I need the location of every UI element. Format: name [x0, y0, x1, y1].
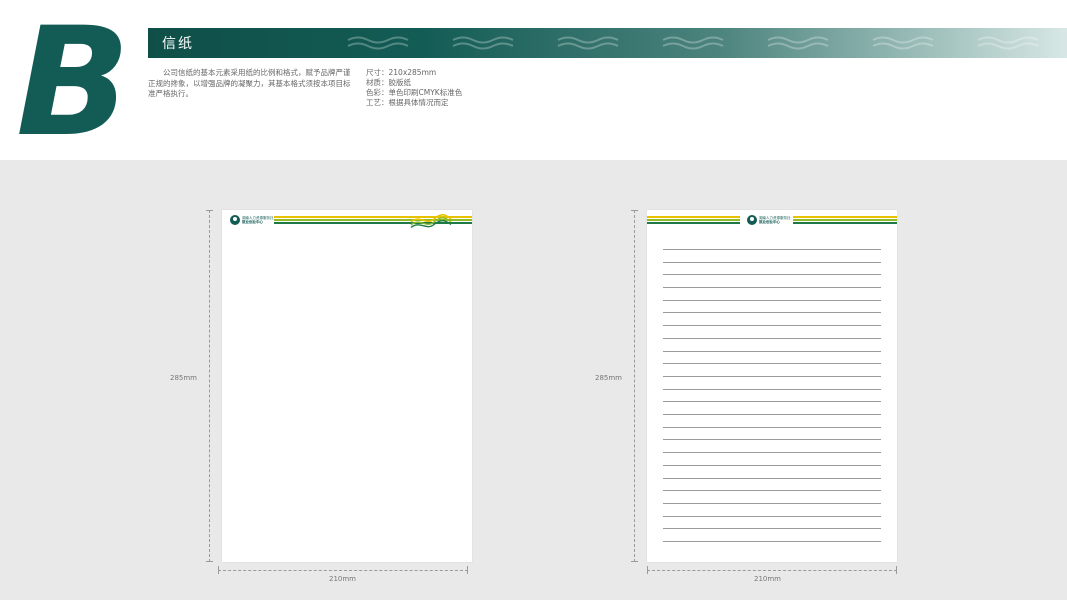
banner-title: 信纸 — [162, 36, 194, 52]
ruled-line — [663, 363, 881, 365]
ruled-line — [663, 350, 881, 352]
wave-pattern — [347, 36, 1039, 50]
ruled-line — [663, 528, 881, 530]
logo: 湖南人力资源服务社 就业创业中心 — [747, 215, 791, 225]
spec-process: 工艺：根据具体情况而定 — [366, 98, 449, 107]
ruled-line — [663, 414, 881, 416]
ruled-line — [663, 261, 881, 263]
stripe-lime-right — [793, 219, 897, 221]
ruled-line — [663, 502, 881, 504]
description-text: 公司信纸的基本元素采用纸的比例和格式，赋予品牌严谨正规的搀象，以增强品牌的凝聚力… — [148, 68, 351, 98]
ruled-line — [663, 401, 881, 403]
dimension-tick — [467, 566, 468, 574]
height-dimension-line — [634, 210, 635, 562]
stripe-green-left — [647, 222, 740, 224]
ruled-line — [663, 452, 881, 454]
logo-line2: 就业创业中心 — [242, 220, 263, 224]
letter-paper-plain: 湖南人力资源服务社 就业创业中心 — [222, 210, 472, 562]
logo-icon — [230, 215, 240, 225]
ruled-line — [663, 490, 881, 492]
stripe-green-right — [793, 222, 897, 224]
height-label: 285mm — [595, 374, 622, 382]
ruled-line — [663, 426, 881, 428]
dimension-tick — [631, 210, 638, 211]
width-dimension-line — [218, 570, 468, 571]
ruled-line — [663, 337, 881, 339]
ruled-line — [663, 541, 881, 542]
width-dimension-line — [647, 570, 897, 571]
height-label: 285mm — [170, 374, 197, 382]
logo: 湖南人力资源服务社 就业创业中心 — [230, 215, 274, 225]
ruled-line — [663, 249, 881, 250]
wave-ornament — [410, 214, 452, 229]
dimension-tick — [631, 561, 638, 562]
width-label: 210mm — [754, 575, 781, 583]
ruled-line — [663, 325, 881, 327]
stripe-lime-left — [647, 219, 740, 221]
stripe-yellow-right — [793, 216, 897, 218]
dimension-tick — [896, 566, 897, 574]
ruled-line — [663, 464, 881, 466]
ruled-line — [663, 312, 881, 314]
spec-size: 尺寸：210x285mm — [366, 68, 437, 77]
section-letter: B — [16, 0, 130, 170]
ruled-line — [663, 274, 881, 276]
ruled-line — [663, 515, 881, 517]
ruled-line — [663, 439, 881, 441]
stripe-yellow-left — [647, 216, 740, 218]
dimension-tick — [206, 210, 213, 211]
mockup-canvas — [0, 160, 1067, 600]
ruled-line — [663, 287, 881, 289]
spec-list: 尺寸：210x285mm 材质：胶版纸 色彩：单色印刷CMYK标准色 工艺：根据… — [366, 68, 462, 108]
width-label: 210mm — [329, 575, 356, 583]
dimension-tick — [218, 566, 219, 574]
logo-icon — [747, 215, 757, 225]
title-banner: 信纸 — [148, 28, 1067, 58]
spec-material: 材质：胶版纸 — [366, 78, 411, 87]
dimension-tick — [647, 566, 648, 574]
header-area: B 信纸 公司信纸的基本元素采用纸的比例和格式，赋予品牌严谨正规的搀象，以增强品… — [0, 0, 1067, 160]
spec-color: 色彩：单色印刷CMYK标准色 — [366, 88, 463, 97]
ruled-line — [663, 299, 881, 301]
ruled-line — [663, 388, 881, 390]
letter-paper-ruled: 湖南人力资源服务社 就业创业中心 — [647, 210, 897, 562]
dimension-tick — [206, 561, 213, 562]
ruled-line — [663, 375, 881, 377]
height-dimension-line — [209, 210, 210, 562]
ruled-line — [663, 477, 881, 479]
logo-line2: 就业创业中心 — [759, 220, 780, 224]
